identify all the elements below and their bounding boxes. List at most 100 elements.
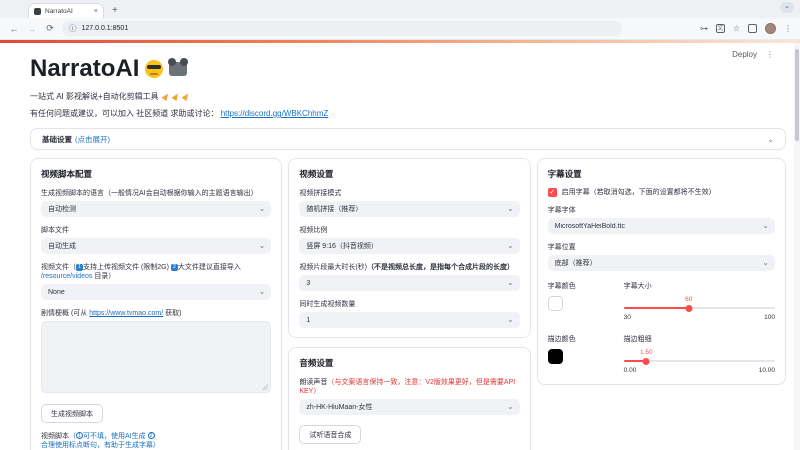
bookmark-star-icon[interactable]: ☆	[733, 24, 740, 33]
subtitle-position-value: 底部（推荐）	[554, 260, 597, 267]
subtitle-card-title: 字幕设置	[547, 169, 582, 179]
page-scrollbar[interactable]	[794, 43, 800, 450]
voice-preview-button[interactable]: 试听语音合成	[299, 425, 362, 444]
video-file-select[interactable]: None ⌄	[41, 284, 272, 300]
script-language-select[interactable]: 自动检测 ⌄	[41, 201, 272, 217]
chevron-down-icon: ⌄	[506, 241, 514, 250]
movie-camera-emoji-icon	[168, 58, 189, 76]
browser-menu-icon[interactable]: ⋮	[784, 24, 792, 33]
reload-icon[interactable]: ⟳	[44, 23, 56, 34]
resize-grip-icon[interactable]	[262, 384, 269, 390]
slider-thumb[interactable]	[642, 357, 650, 365]
circled-one-icon: 1	[76, 432, 83, 439]
subtitle-style-grid: 字幕颜色 字幕大小 60 30 100 描边颜色 描边粗细 1.50 0.00 …	[547, 281, 775, 375]
video-card-title: 视频设置	[299, 169, 334, 179]
expander-hint: (点击展开)	[75, 134, 110, 144]
clip-duration-value: 3	[306, 279, 311, 287]
translate-icon[interactable]: 文	[715, 24, 725, 33]
toolbar-icons: ⊶ 文 ☆ ⋮	[700, 23, 792, 34]
video-script-label: 视频脚本（ 1 可不填，使用AI生成 2合理使用标点断句，有助于生成字幕）	[41, 432, 160, 449]
one-badge-icon: 1	[76, 264, 83, 271]
browser-tab[interactable]: NarratoAI ×	[28, 3, 104, 18]
voice-value: zh-HK-HiuMaan-女性	[306, 404, 373, 411]
video-count-label: 同时生成视频数量	[299, 301, 356, 308]
concat-mode-select[interactable]: 随机拼接（推荐） ⌄	[299, 201, 520, 217]
extensions-icon[interactable]	[748, 24, 757, 33]
profile-avatar[interactable]	[765, 23, 776, 34]
middle-column: 视频设置 视频拼接模式 随机拼接（推荐） ⌄ 视频比例 竖屏 9:16（抖音视频…	[288, 158, 531, 450]
circled-two-icon: 2	[147, 432, 155, 439]
font-size-slider[interactable]: 60 30 100	[623, 296, 775, 322]
chevron-down-icon: ⌄	[762, 221, 769, 230]
subtitle-font-value: MicrosoftYaHeiBold.ttc	[554, 222, 625, 230]
enable-subtitle-label: 启用字幕（若取消勾选，下面的设置都将不生效）	[561, 189, 716, 196]
chevron-down-icon: ⌄	[258, 204, 266, 213]
expander-label: 基础设置	[42, 134, 72, 144]
tab-title: NarratoAI	[45, 7, 73, 15]
subtitle-font-select[interactable]: MicrosoftYaHeiBold.ttc ⌄	[547, 218, 775, 234]
subtitle-settings-card: 字幕设置 ✓ 启用字幕（若取消勾选，下面的设置都将不生效） 字幕字体 Micro…	[536, 158, 786, 385]
video-count-value: 1	[306, 316, 311, 324]
chevron-down-icon: ⌄	[506, 204, 514, 213]
enable-subtitle-checkbox[interactable]: ✓	[547, 188, 557, 197]
forward-icon[interactable]: →	[26, 24, 38, 34]
video-file-value: None	[48, 288, 65, 296]
page-title: NarratoAI	[30, 55, 786, 83]
slider-thumb[interactable]	[685, 304, 693, 312]
slider-fill	[623, 307, 689, 309]
chevron-down-icon: ⌄	[506, 402, 514, 411]
app-subtitle: 一站式 AI 影视解说+自动化剪辑工具	[30, 91, 786, 102]
tab-close-icon[interactable]: ×	[94, 8, 98, 15]
voice-label: 朗读声音（与文案语言保持一致，注意：V2版效果更好，但是需要API KEY）	[299, 379, 516, 395]
concat-mode-label: 视频拼接模式	[299, 190, 342, 197]
script-language-value: 自动检测	[48, 206, 76, 213]
text-color-label: 字幕颜色	[547, 283, 576, 290]
chevron-down-icon: ⌄	[258, 241, 266, 250]
settings-columns: 视频脚本配置 生成视频脚本的语言（一般情况AI会自动根据你输入的主题语言输出） …	[30, 158, 786, 450]
text-color-picker[interactable]	[547, 296, 563, 311]
stroke-color-picker[interactable]	[547, 349, 563, 364]
script-config-card: 视频脚本配置 生成视频脚本的语言（一般情况AI会自动根据你输入的主题语言输出） …	[30, 158, 283, 450]
voice-select[interactable]: zh-HK-HiuMaan-女性 ⌄	[299, 399, 520, 415]
script-language-label: 生成视频脚本的语言（一般情况AI会自动根据你输入的主题语言输出）	[41, 190, 258, 197]
app-header-actions: Deploy ⋮	[732, 50, 774, 59]
chevron-down-icon: ⌄	[506, 315, 514, 324]
chevron-down-icon[interactable]: ⌄	[767, 135, 774, 144]
stroke-width-slider[interactable]: 1.50 0.00 10.00	[623, 349, 775, 375]
tvmao-link[interactable]: https://www.tvmao.com/	[89, 310, 163, 317]
script-file-value: 自动生成	[48, 243, 76, 250]
video-count-select[interactable]: 1 ⌄	[299, 312, 520, 328]
audio-card-title: 音频设置	[299, 358, 334, 368]
app-menu-icon[interactable]: ⋮	[766, 50, 774, 59]
deploy-button[interactable]: Deploy	[732, 50, 757, 59]
two-badge-icon: 2	[170, 264, 178, 271]
font-size-field: 字幕大小 60 30 100	[623, 281, 775, 322]
synopsis-textarea[interactable]	[41, 321, 272, 393]
tab-favicon-icon	[34, 7, 41, 15]
party-emoji-icon	[161, 91, 171, 102]
aspect-ratio-select[interactable]: 竖屏 9:16（抖音视频） ⌄	[299, 238, 520, 254]
subtitle-position-select[interactable]: 底部（推荐） ⌄	[547, 255, 775, 271]
chevron-down-icon: ⌄	[258, 287, 266, 296]
script-card-title: 视频脚本配置	[41, 169, 93, 179]
back-icon[interactable]: ←	[8, 24, 20, 34]
synopsis-label: 剧情梗概 (可从 https://www.tvmao.com/ 获取)	[41, 310, 182, 317]
password-key-icon[interactable]: ⊶	[700, 24, 708, 33]
subtitle-position-label: 字幕位置	[547, 244, 576, 251]
stroke-width-min: 0.00	[623, 367, 637, 374]
site-info-icon[interactable]: ⓘ	[69, 23, 77, 34]
aspect-ratio-label: 视频比例	[299, 227, 328, 234]
clip-duration-select[interactable]: 3 ⌄	[299, 275, 520, 291]
scrollbar-thumb[interactable]	[795, 49, 799, 141]
community-text: 有任何问题或建议，可以加入 社区频道 求助或讨论：	[30, 109, 219, 118]
basic-settings-expander[interactable]: 基础设置 (点击展开) ⌄	[30, 128, 786, 150]
video-settings-card: 视频设置 视频拼接模式 随机拼接（推荐） ⌄ 视频比例 竖屏 9:16（抖音视频…	[288, 158, 531, 338]
stroke-width-value: 1.50	[640, 349, 653, 356]
address-bar[interactable]: ⓘ 127.0.0.1:8501	[62, 21, 622, 36]
generate-script-button[interactable]: 生成视频脚本	[41, 404, 103, 423]
script-file-select[interactable]: 自动生成 ⌄	[41, 238, 272, 254]
new-tab-button[interactable]: +	[112, 5, 118, 16]
tab-search-icon[interactable]: ⌄	[780, 2, 794, 13]
discord-link[interactable]: https://discord.gg/WBKChhmZ	[221, 109, 329, 118]
app-title-text: NarratoAI	[30, 55, 140, 82]
